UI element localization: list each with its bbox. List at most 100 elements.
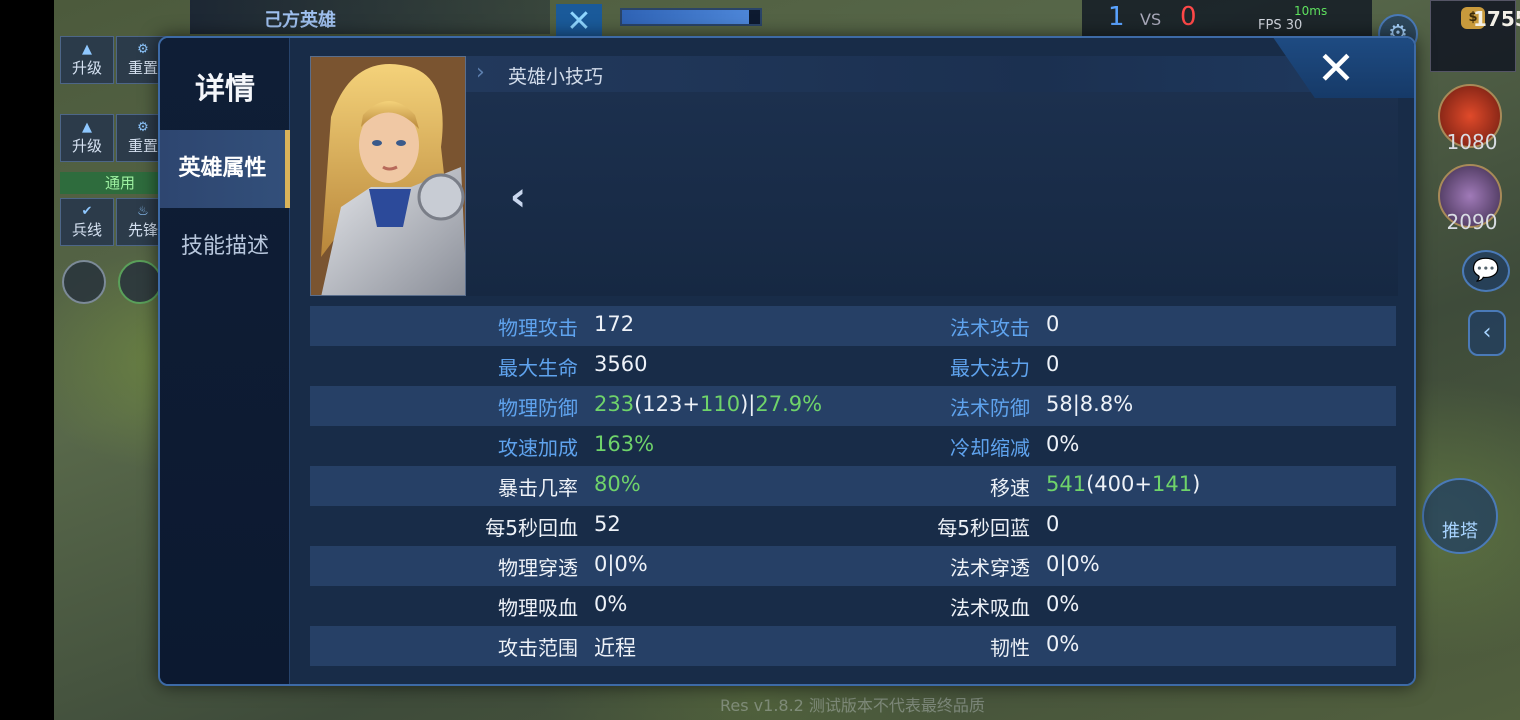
ping-label: 10ms bbox=[1294, 4, 1328, 18]
chevron-right-icon: › bbox=[476, 60, 485, 85]
stat-value: 0 bbox=[1046, 352, 1060, 376]
tab-hero-attributes[interactable]: 英雄属性 bbox=[160, 130, 290, 208]
stat-value: 0% bbox=[1046, 432, 1080, 456]
stat-label: 法术穿透 bbox=[950, 556, 1030, 580]
stat-label: 移速 bbox=[990, 476, 1030, 500]
phys-def-pct: 27.9% bbox=[755, 392, 823, 416]
dialog-sidebar: 详情 英雄属性 技能描述 bbox=[160, 38, 290, 684]
stat-row: 最大生命 3560 最大法力 0 bbox=[310, 346, 1396, 386]
up-arrow-icon: ▲ bbox=[82, 42, 92, 57]
phys-def-total: 233 bbox=[594, 392, 635, 416]
stat-label: 攻速加成 bbox=[498, 436, 578, 460]
stat-value: 近程 bbox=[594, 636, 636, 660]
stat-row: 暴击几率 80% 移速 541(400+141) bbox=[310, 466, 1396, 506]
hero-portrait bbox=[310, 56, 466, 296]
upgrade-button[interactable]: ▲ 升级 bbox=[60, 36, 114, 84]
fps-label: FPS 30 bbox=[1258, 18, 1303, 33]
upgrade-button-2[interactable]: ▲ 升级 bbox=[60, 114, 114, 162]
stat-value: 52 bbox=[594, 512, 621, 536]
stats-table: 物理攻击 172 法术攻击 0 最大生命 3560 最大法力 0 物理防御 23… bbox=[310, 306, 1396, 666]
phys-def-close: )| bbox=[740, 392, 756, 416]
gold-value: 17552 bbox=[1473, 7, 1520, 31]
gold-display[interactable]: $ 17552 bbox=[1430, 0, 1520, 72]
prev-tip-button[interactable]: ‹ bbox=[498, 172, 538, 222]
flag-icon[interactable] bbox=[118, 260, 162, 304]
dialog-content: › 英雄小技巧 ‹ › 物理攻击 172 法术攻击 0 最大生命 3560 最大… bbox=[290, 38, 1414, 684]
stat-row: 攻击范围 近程 韧性 0% bbox=[310, 626, 1396, 666]
tips-header: › 英雄小技巧 bbox=[466, 56, 1414, 92]
letterbox bbox=[0, 0, 54, 720]
stat-label: 物理吸血 bbox=[498, 596, 578, 620]
stat-row: 物理防御 233(123+110)|27.9% 法术防御 58|8.8% bbox=[310, 386, 1396, 426]
upgrade-label: 升级 bbox=[71, 59, 102, 77]
item-price-1: 1080 bbox=[1446, 130, 1498, 154]
blue-score: 1 bbox=[1108, 2, 1125, 32]
move-speed-value: 541(400+141) bbox=[1046, 472, 1200, 496]
chat-icon[interactable]: 💬 bbox=[1462, 250, 1510, 292]
dialog-title: 详情 bbox=[195, 72, 255, 107]
details-dialog: 详情 英雄属性 技能描述 › 英雄小技巧 ‹ 物理攻击 172 法术攻击 0 最… bbox=[158, 36, 1416, 686]
move-speed-bonus: 141 bbox=[1151, 472, 1193, 496]
stat-value: 0 bbox=[1046, 312, 1060, 336]
tips-panel bbox=[466, 92, 1398, 296]
stat-row: 物理吸血 0% 法术吸血 0% bbox=[310, 586, 1396, 626]
progress-bar bbox=[620, 8, 762, 26]
tips-title: 英雄小技巧 bbox=[508, 66, 604, 88]
stat-label: 法术防御 bbox=[950, 396, 1030, 420]
stat-label: 攻击范围 bbox=[498, 636, 578, 660]
minion-label: 兵线 bbox=[71, 221, 102, 239]
vs-label: VS bbox=[1140, 10, 1162, 29]
stat-label: 物理攻击 bbox=[498, 316, 578, 340]
shield-icon[interactable] bbox=[62, 260, 106, 304]
move-speed-total: 541 bbox=[1046, 472, 1087, 496]
score-bar: 1 VS 0 10ms FPS 30 bbox=[1082, 0, 1372, 36]
stat-label: 物理穿透 bbox=[498, 556, 578, 580]
stat-label: 韧性 bbox=[990, 636, 1030, 660]
atk-speed-value: 163% bbox=[594, 432, 655, 456]
stat-label: 法术攻击 bbox=[950, 316, 1030, 340]
stat-label: 物理防御 bbox=[498, 396, 578, 420]
phys-def-bonus: 110 bbox=[699, 392, 741, 416]
phys-def-open: (123+ bbox=[634, 392, 700, 416]
push-tower-button[interactable]: 推塔 bbox=[1422, 478, 1498, 554]
stat-value: 0% bbox=[1046, 632, 1080, 656]
red-score: 0 bbox=[1180, 2, 1197, 32]
close-button[interactable]: ✕ bbox=[1310, 44, 1362, 92]
minion-button[interactable]: ✔ 兵线 bbox=[60, 198, 114, 246]
collapse-left-icon[interactable]: ‹ bbox=[1468, 310, 1506, 356]
stat-value: 172 bbox=[594, 312, 635, 336]
move-speed-close: ) bbox=[1192, 472, 1201, 496]
vanguard-label: 先锋 bbox=[127, 221, 158, 239]
version-text: Res v1.8.2 测试版本不代表最终品质 bbox=[720, 696, 985, 715]
stat-row: 物理穿透 0|0% 法术穿透 0|0% bbox=[310, 546, 1396, 586]
check-icon: ✔ bbox=[81, 204, 93, 219]
push-tower-label: 推塔 bbox=[1442, 521, 1478, 542]
hero-portrait-art bbox=[311, 57, 465, 295]
stat-label: 每5秒回蓝 bbox=[937, 516, 1030, 540]
stat-value: 0 bbox=[1046, 512, 1060, 536]
stat-label: 法术吸血 bbox=[950, 596, 1030, 620]
stat-label: 暴击几率 bbox=[498, 476, 578, 500]
upgrade-label: 升级 bbox=[71, 137, 102, 155]
stat-label: 每5秒回血 bbox=[485, 516, 578, 540]
stat-value: 3560 bbox=[594, 352, 648, 376]
team-label: 己方英雄 bbox=[264, 10, 336, 31]
up-arrow-icon: ▲ bbox=[82, 120, 92, 135]
stat-row: 每5秒回血 52 每5秒回蓝 0 bbox=[310, 506, 1396, 546]
tab-skill-description[interactable]: 技能描述 bbox=[160, 208, 290, 286]
stat-label: 最大生命 bbox=[498, 356, 578, 380]
stat-value: 58|8.8% bbox=[1046, 392, 1134, 416]
stat-value: 0% bbox=[594, 592, 628, 616]
stat-label: 最大法力 bbox=[950, 356, 1030, 380]
crit-value: 80% bbox=[594, 472, 641, 496]
move-speed-open: (400+ bbox=[1086, 472, 1152, 496]
stat-label: 冷却缩减 bbox=[950, 436, 1030, 460]
stat-row: 攻速加成 163% 冷却缩减 0% bbox=[310, 426, 1396, 466]
stat-value: 0|0% bbox=[1046, 552, 1100, 576]
cross-icon[interactable]: ✕ bbox=[556, 4, 602, 40]
reset-label: 重置 bbox=[127, 59, 158, 77]
team-bar: 己方英雄 bbox=[190, 0, 550, 34]
phys-def-value: 233(123+110)|27.9% bbox=[594, 392, 822, 416]
item-price-2: 2090 bbox=[1446, 210, 1498, 234]
stat-value: 0% bbox=[1046, 592, 1080, 616]
